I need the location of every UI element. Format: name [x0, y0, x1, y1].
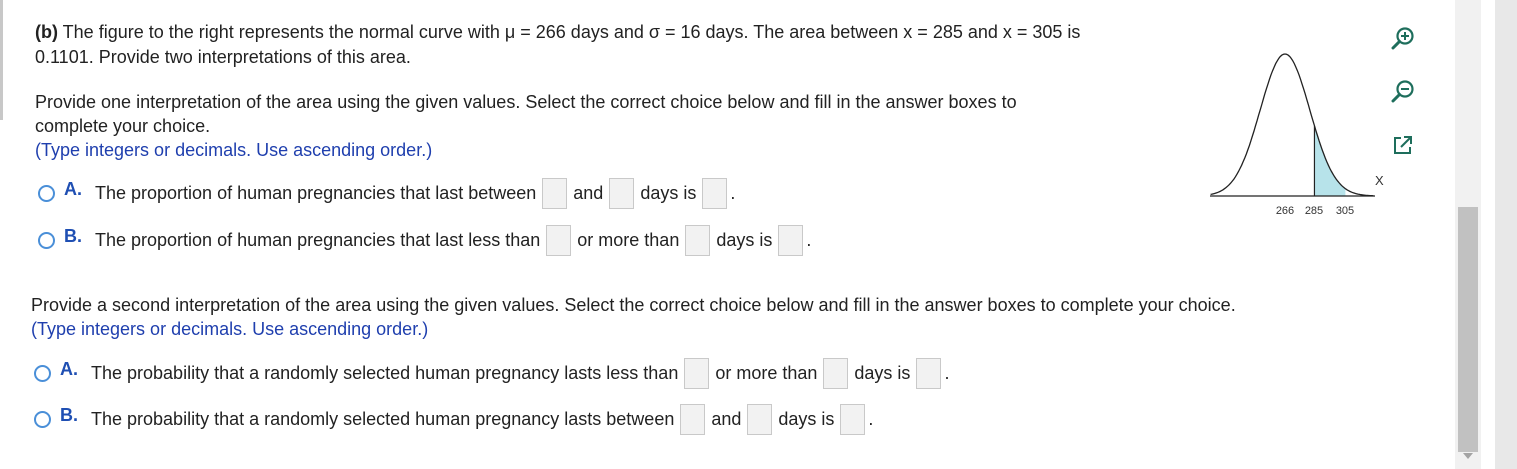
zoom-in-icon[interactable]	[1390, 26, 1416, 52]
section1-hint: (Type integers or decimals. Use ascendin…	[35, 140, 433, 160]
section1-choice-a[interactable]: A. The proportion of human pregnancies t…	[38, 178, 735, 209]
tick-label-305: 305	[1336, 205, 1354, 217]
answer-box[interactable]	[702, 178, 728, 209]
section1-instruction: Provide one interpretation of the area u…	[35, 90, 1135, 162]
section2-choice-b-text1: The probability that a randomly selected…	[91, 409, 675, 429]
section1-instruction-line2: complete your choice.	[35, 116, 211, 136]
figure-toolbar	[1390, 26, 1426, 185]
normal-curve-svg: X 266 285 305	[1210, 53, 1384, 217]
answer-box[interactable]	[916, 358, 942, 389]
section1-choice-a-text1: The proportion of human pregnancies that…	[95, 183, 537, 203]
section2-choice-b-radio[interactable]	[34, 411, 51, 428]
answer-box[interactable]	[546, 225, 572, 256]
normal-curve-figure: X 266 285 305	[1200, 45, 1395, 225]
answer-box[interactable]	[542, 178, 568, 209]
section2-choice-a-text3: days is	[854, 363, 911, 383]
section1-instruction-line1: Provide one interpretation of the area u…	[35, 92, 1017, 112]
problem-statement: (b) The figure to the right represents t…	[35, 20, 1195, 70]
normal-curve	[1210, 53, 1374, 197]
answer-box[interactable]	[840, 404, 866, 435]
section2-choice-a-letter: A.	[60, 359, 78, 379]
tick-label-266: 266	[1276, 205, 1294, 217]
section2-choice-a-text2: or more than	[715, 363, 818, 383]
section2-choice-a[interactable]: A. The probability that a randomly selec…	[34, 358, 949, 389]
section2-choice-a-radio[interactable]	[34, 365, 51, 382]
section1-choice-a-text2: and	[573, 183, 604, 203]
section2-instruction-text: Provide a second interpretation of the a…	[31, 295, 1236, 315]
answer-box[interactable]	[680, 404, 706, 435]
answer-box[interactable]	[609, 178, 635, 209]
section1-choice-b[interactable]: B. The proportion of human pregnancies t…	[38, 225, 811, 256]
problem-text-line1: The figure to the right represents the n…	[62, 22, 1081, 42]
section1-choice-a-text3: days is	[640, 183, 697, 203]
answer-box[interactable]	[747, 404, 773, 435]
right-rail	[1495, 0, 1517, 469]
section1-choice-b-text3: days is	[716, 230, 773, 250]
answer-box[interactable]	[685, 225, 711, 256]
section2-choice-b-text3: days is	[778, 409, 835, 429]
zoom-out-icon[interactable]	[1390, 79, 1416, 105]
popout-icon[interactable]	[1390, 132, 1416, 158]
scrollbar-thumb[interactable]	[1458, 207, 1478, 452]
section1-choice-a-radio[interactable]	[38, 185, 55, 202]
tick-label-285: 285	[1305, 205, 1323, 217]
problem-text-line2: 0.1101. Provide two interpretations of t…	[35, 47, 411, 67]
period: .	[868, 409, 874, 429]
part-label: (b)	[35, 22, 58, 42]
vertical-scrollbar[interactable]	[1455, 0, 1481, 469]
section1-choice-a-letter: A.	[64, 179, 82, 199]
period: .	[806, 230, 812, 250]
x-axis-label: X	[1375, 173, 1384, 188]
section1-choice-b-radio[interactable]	[38, 232, 55, 249]
section2-choice-b[interactable]: B. The probability that a randomly selec…	[34, 404, 873, 435]
section2-instruction: Provide a second interpretation of the a…	[31, 293, 1431, 341]
scroll-down-arrow-icon[interactable]	[1463, 453, 1473, 459]
answer-box[interactable]	[778, 225, 804, 256]
section2-choice-a-text1: The probability that a randomly selected…	[91, 363, 679, 383]
answer-box[interactable]	[823, 358, 849, 389]
section1-choice-b-text2: or more than	[577, 230, 680, 250]
period: .	[730, 183, 736, 203]
answer-box[interactable]	[684, 358, 710, 389]
section1-choice-b-letter: B.	[64, 226, 82, 246]
section2-hint: (Type integers or decimals. Use ascendin…	[31, 319, 429, 339]
left-border	[0, 0, 3, 120]
section1-choice-b-text1: The proportion of human pregnancies that…	[95, 230, 541, 250]
section2-choice-b-letter: B.	[60, 405, 78, 425]
section2-choice-b-text2: and	[711, 409, 742, 429]
period: .	[944, 363, 950, 383]
